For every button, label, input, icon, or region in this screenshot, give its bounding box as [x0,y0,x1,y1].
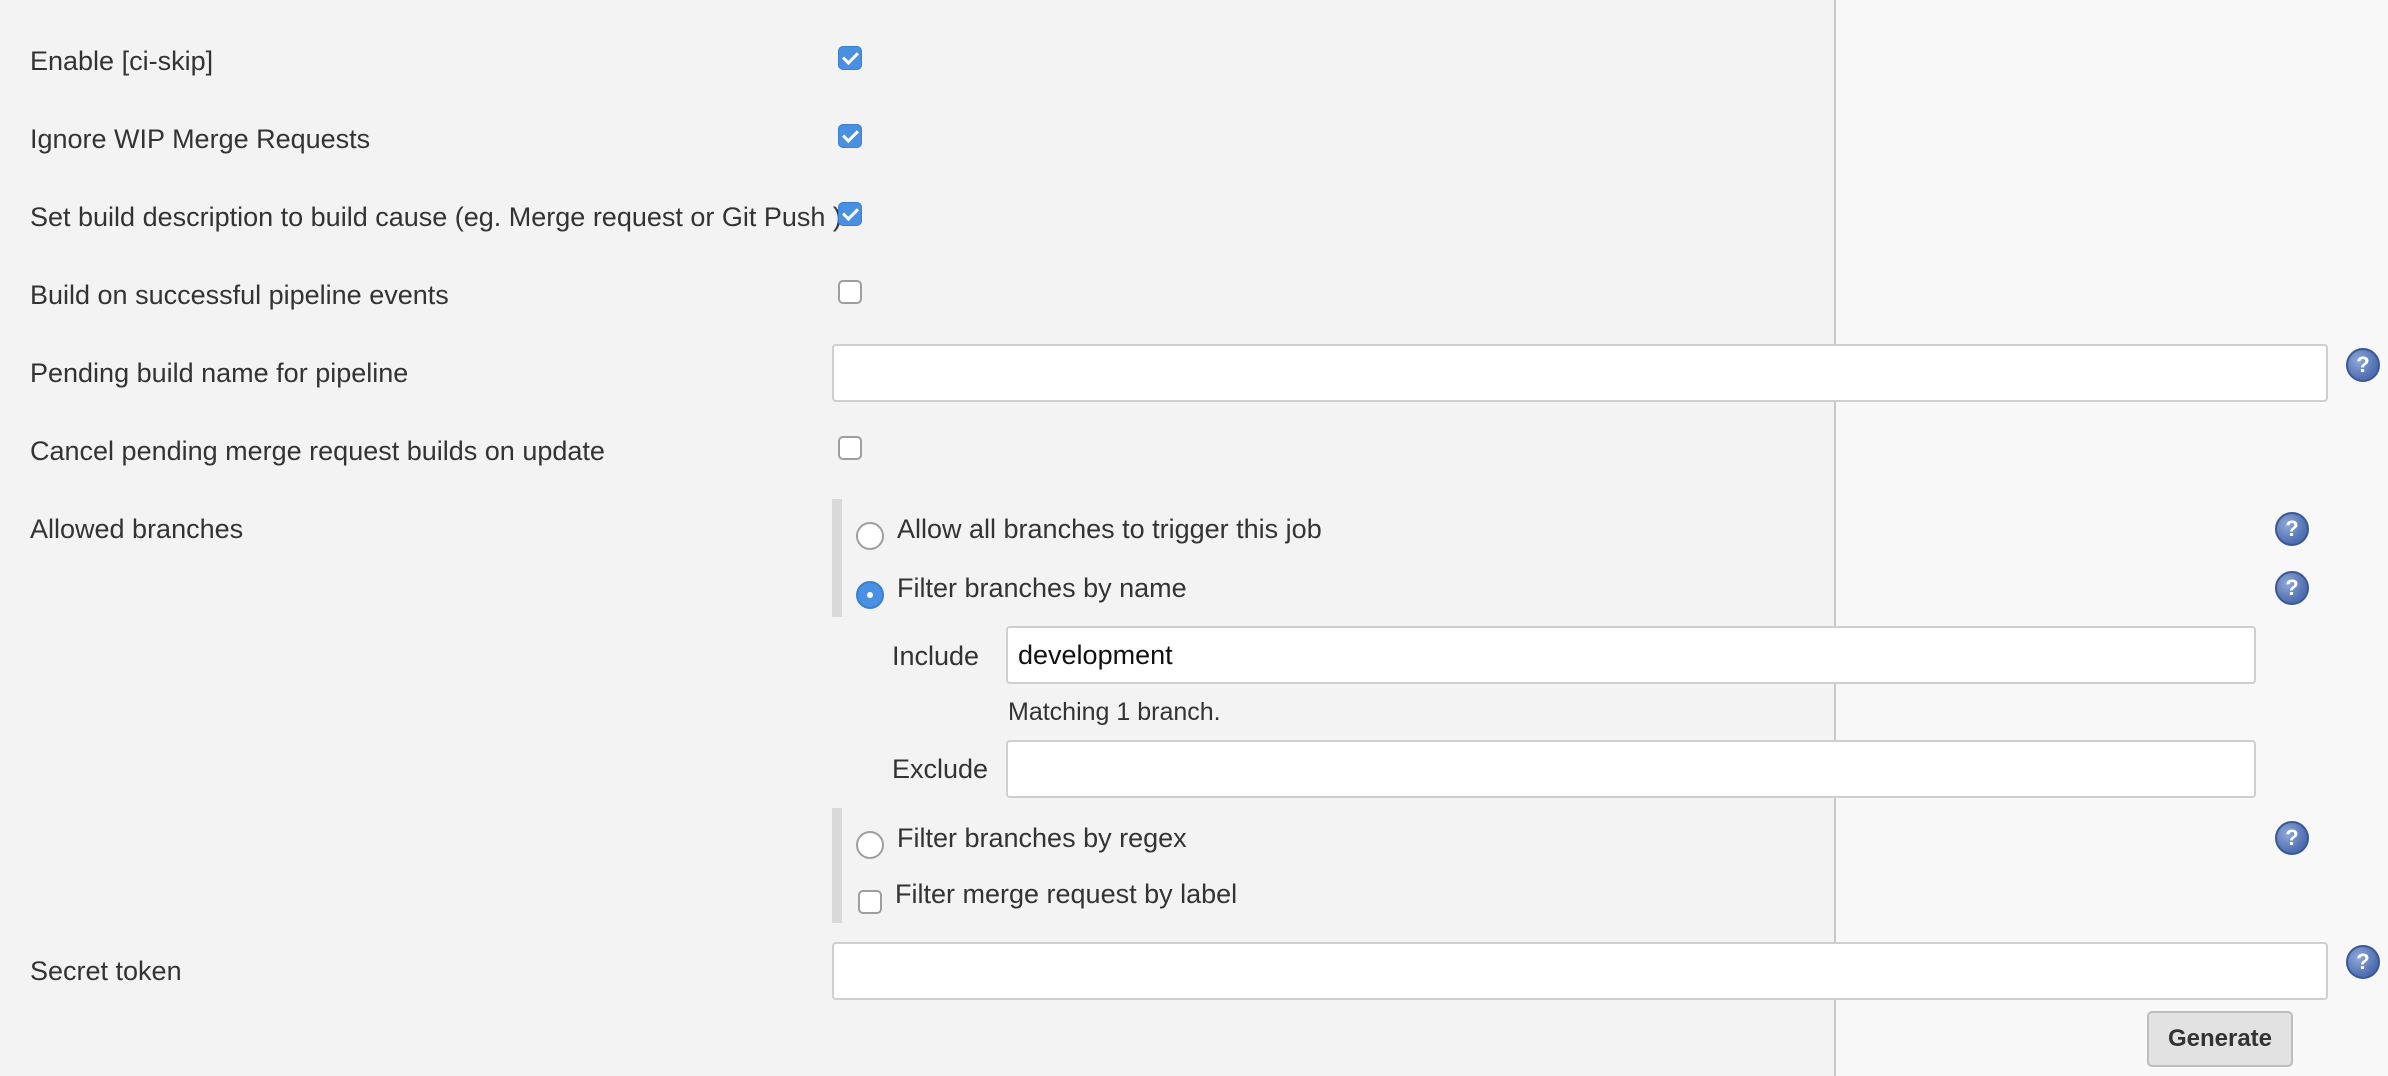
radio-group-bar-bottom [832,808,842,923]
cancel-pending-checkbox[interactable] [838,436,862,460]
filter-by-regex-radio[interactable] [856,831,884,859]
ci-skip-label: Enable [ci-skip] [30,46,214,76]
filter-by-label-checkbox[interactable] [858,890,882,914]
secret-token-label: Secret token [30,956,182,986]
filter-by-regex-help-icon[interactable]: ? [2275,821,2309,855]
include-branches-input[interactable] [1006,626,2256,684]
pending-build-name-help-icon[interactable]: ? [2346,348,2380,382]
allowed-branches-label: Allowed branches [30,514,244,544]
ignore-wip-label: Ignore WIP Merge Requests [30,124,371,154]
ignore-wip-checkbox[interactable] [838,124,862,148]
allow-all-branches-help-icon[interactable]: ? [2275,512,2309,546]
secret-token-help-icon[interactable]: ? [2346,945,2380,979]
set-build-description-checkbox[interactable] [838,202,862,226]
generate-button[interactable]: Generate [2147,1011,2293,1067]
pending-build-name-input[interactable] [832,344,2328,402]
exclude-branches-input[interactable] [1006,740,2256,798]
filter-by-name-radio[interactable] [856,581,884,609]
build-on-pipeline-label: Build on successful pipeline events [30,280,449,310]
matching-branches-note: Matching 1 branch. [1008,698,1221,726]
filter-by-regex-label: Filter branches by regex [897,823,1187,853]
set-build-description-label: Set build description to build cause (eg… [30,202,842,232]
filter-by-name-label: Filter branches by name [897,573,1187,603]
build-on-pipeline-checkbox[interactable] [838,280,862,304]
filter-by-label-label: Filter merge request by label [895,879,1238,909]
exclude-label: Exclude [892,754,989,784]
include-label: Include [892,641,980,671]
ci-skip-checkbox[interactable] [838,46,862,70]
cancel-pending-label: Cancel pending merge request builds on u… [30,436,605,466]
secret-token-input[interactable] [832,942,2328,1000]
allow-all-branches-label: Allow all branches to trigger this job [897,514,1322,544]
allow-all-branches-radio[interactable] [856,522,884,550]
radio-group-bar-top [832,499,842,617]
filter-by-name-help-icon[interactable]: ? [2275,571,2309,605]
pending-build-name-label: Pending build name for pipeline [30,358,409,388]
